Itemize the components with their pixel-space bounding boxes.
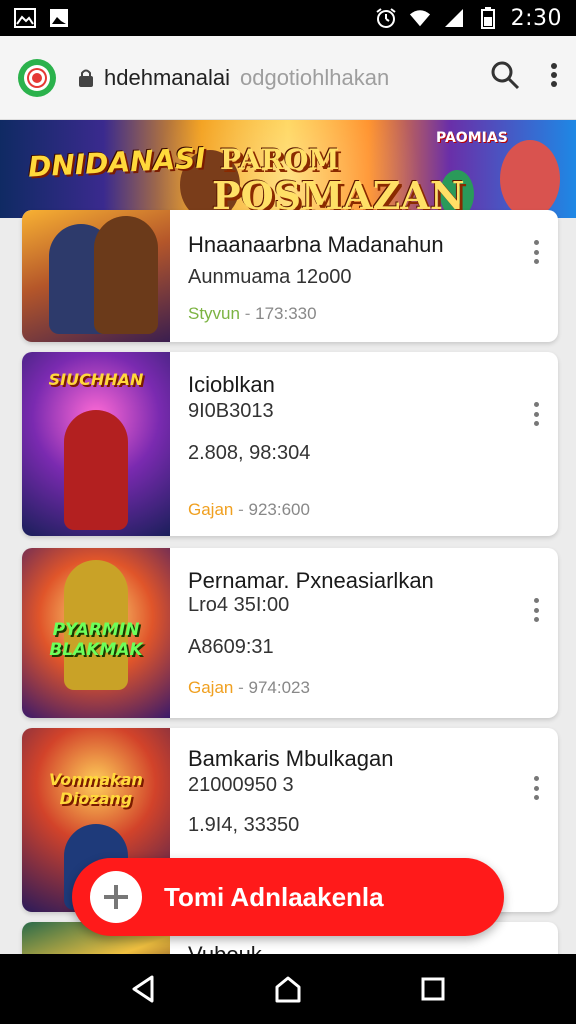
item-meta-value: 974:023	[248, 678, 310, 697]
item-title: Pernamar. Pxneasiarlkan	[188, 568, 434, 593]
thumbnail-title: PYARMIN BLAKMAK	[49, 620, 143, 660]
app-screen: 2:30 hdehmanalai odgotiohlhakan DNIDANAS…	[0, 0, 576, 1024]
thumbnail-title: Vonmakan Diozang	[49, 770, 143, 808]
item-subtitle: Aunmuama 12o00	[188, 266, 352, 288]
item-meta: Gajan - 974:023	[188, 678, 310, 698]
item-meta-tag: Styvun	[188, 304, 240, 323]
overflow-menu-icon[interactable]	[550, 62, 558, 93]
item-meta-tag: Gajan	[188, 500, 234, 519]
item-detail: A8609:31	[188, 636, 274, 658]
battery-icon	[477, 7, 499, 29]
more-options-icon[interactable]	[526, 774, 546, 802]
item-meta: Gajan - 923:600	[188, 500, 310, 520]
search-icon[interactable]	[490, 60, 520, 95]
item-thumbnail: PYARMIN BLAKMAK	[22, 548, 170, 718]
promo-banner[interactable]: DNIDANASI PAROM POSMAZAN PAOMIAS	[0, 120, 576, 218]
status-bar: 2:30	[0, 0, 576, 36]
fab-label: Tomi Adnlaakenla	[164, 881, 384, 912]
gallery-icon	[14, 7, 36, 29]
item-meta-tag: Gajan	[188, 678, 234, 697]
back-icon[interactable]	[123, 969, 163, 1009]
banner-right-text: PAOMIAS	[436, 130, 508, 146]
list-item[interactable]: PYARMIN BLAKMAK Pernamar. Pxneasiarlkan …	[22, 548, 558, 718]
item-title: Icioblkan	[188, 372, 275, 397]
list-item[interactable]: SIUCHHAN Icioblkan 9I0B3013 2.808, 98:30…	[22, 352, 558, 536]
item-subtitle: 9I0B3013	[188, 400, 274, 422]
recents-icon[interactable]	[413, 969, 453, 1009]
list-item[interactable]: Hnaanaarbna Madanahun Aunmuama 12o00 Sty…	[22, 210, 558, 342]
url-host: hdehmanalai	[104, 64, 230, 90]
item-meta-value: 923:600	[248, 500, 310, 519]
item-subtitle: Lro4 35I:00	[188, 594, 290, 616]
item-subtitle: 21000950 3	[188, 774, 294, 796]
item-meta-separator: -	[238, 678, 249, 697]
item-thumbnail	[22, 210, 170, 342]
home-icon[interactable]	[268, 969, 308, 1009]
item-detail: 1.9I4, 33350	[188, 814, 300, 836]
image-icon	[48, 7, 70, 29]
more-options-icon[interactable]	[526, 596, 546, 624]
thumbnail-title: SIUCHHAN	[48, 370, 144, 389]
wifi-icon	[409, 7, 431, 29]
banner-center-line-2: POSMAZAN	[212, 173, 465, 218]
item-meta-separator: -	[244, 304, 256, 323]
status-time: 2:30	[510, 5, 562, 31]
lock-icon	[79, 69, 93, 87]
browser-toolbar: hdehmanalai odgotiohlhakan	[0, 36, 576, 120]
site-logo[interactable]	[18, 58, 56, 97]
item-detail: 2.808, 98:304	[188, 442, 311, 464]
system-nav-bar	[0, 954, 576, 1024]
banner-center-text: PAROM POSMAZAN	[212, 142, 465, 218]
url-path: odgotiohlhakan	[239, 64, 390, 90]
signal-icon	[443, 7, 465, 29]
plus-icon	[90, 871, 142, 923]
item-title: Hnaanaarbna Madanahun	[188, 232, 444, 257]
item-meta-separator: -	[238, 500, 249, 519]
item-meta-value: 173:330	[255, 304, 317, 323]
address-bar[interactable]: hdehmanalai odgotiohlhakan	[78, 54, 478, 102]
more-options-icon[interactable]	[526, 400, 546, 428]
add-item-button[interactable]: Tomi Adnlaakenla	[72, 858, 504, 936]
alarm-icon	[375, 7, 397, 29]
item-title: Bamkaris Mbulkagan	[188, 746, 394, 771]
banner-character	[500, 140, 560, 218]
item-meta: Styvun - 173:330	[188, 304, 317, 324]
more-options-icon[interactable]	[526, 238, 546, 266]
item-thumbnail: SIUCHHAN	[22, 352, 170, 536]
